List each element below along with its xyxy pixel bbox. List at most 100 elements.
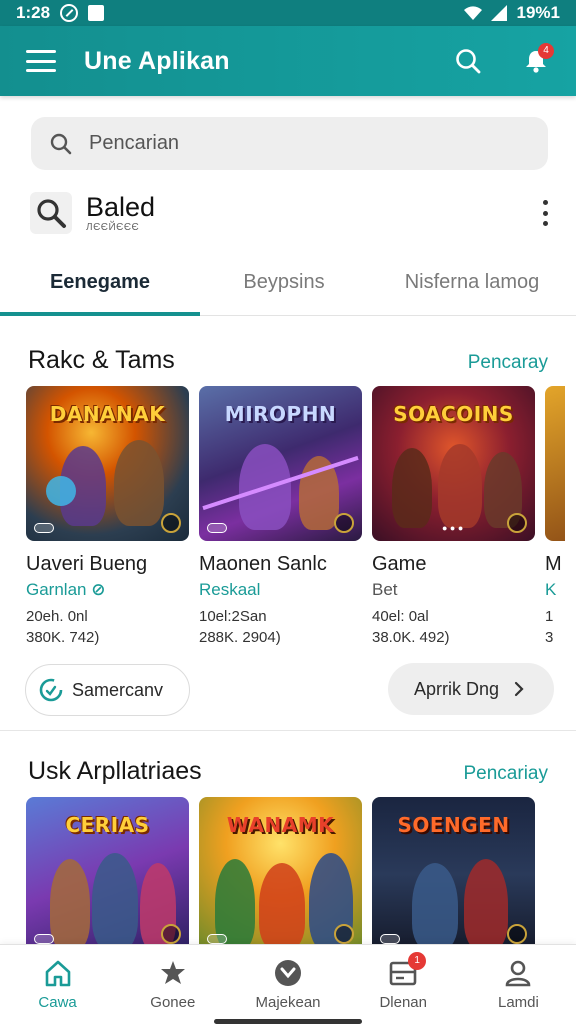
section-link[interactable]: Pencaray xyxy=(468,352,548,374)
card-meta-line: 380K. 742) xyxy=(26,629,100,646)
game-logo: MIROPHN xyxy=(224,402,337,426)
game-card[interactable]: CERIAS xyxy=(26,797,189,952)
card-title: Game xyxy=(372,553,427,575)
tab-label: Eenegame xyxy=(49,271,151,293)
home-indicator[interactable] xyxy=(214,1019,362,1024)
section-header: Rakc & Tams Pencaray xyxy=(28,346,548,375)
shield-icon xyxy=(334,924,354,944)
card-row: CERIAS WANAMK SOENGEN xyxy=(26,797,535,952)
tab-bar: Eenegame Beypsins Nisferna lamog xyxy=(0,250,576,316)
profile-subtitle: ЛЄЄЙЄЄЄ xyxy=(86,221,140,233)
search-input[interactable] xyxy=(89,132,509,155)
card-meta-line: 3 xyxy=(545,629,554,646)
check-circle-icon xyxy=(273,958,303,988)
game-star-icon xyxy=(158,958,188,988)
status-time: 1:28 xyxy=(16,3,51,22)
aprrik-dng-button[interactable]: Aprrik Dng xyxy=(388,663,554,715)
game-thumbnail: CERIAS xyxy=(26,797,189,952)
samercanv-button[interactable]: Samercanv xyxy=(25,664,190,716)
game-logo: SOENGEN xyxy=(397,813,510,837)
card-meta-line: 20eh. 0nl xyxy=(26,608,88,625)
account-icon xyxy=(503,958,533,988)
game-card[interactable]: DANANAK Uaveri Bueng Garnlan ⊘ 20eh. 0nl… xyxy=(26,386,189,648)
game-card[interactable]: MIROPHN Maonen Sanlc Reskaal 10el:2San 2… xyxy=(199,386,362,648)
home-icon xyxy=(43,958,73,988)
notifications-button[interactable]: 4 xyxy=(520,43,554,77)
shield-icon xyxy=(507,924,527,944)
shield-icon xyxy=(507,513,527,533)
tag-icon: ● ● ● xyxy=(442,523,464,533)
refresh-icon xyxy=(39,678,63,702)
card-meta: 40el: 0al 38.0K. 492) xyxy=(372,606,535,648)
nav-cawa[interactable]: Cawa xyxy=(0,945,115,1024)
tag-icon xyxy=(207,934,227,944)
tag-icon xyxy=(207,523,227,533)
button-label: Samercanv xyxy=(72,679,164,700)
nav-dlenan[interactable]: 1 Dlenan xyxy=(346,945,461,1024)
game-card[interactable]: SOENGEN xyxy=(372,797,535,952)
section-header: Usk Arpllatriaes Pencariay xyxy=(28,757,548,786)
card-subtitle: K xyxy=(545,580,557,599)
card-meta-line: 10el:2San xyxy=(199,608,267,625)
game-thumbnail xyxy=(545,386,565,541)
card-meta-line: 288K. 2904) xyxy=(199,629,281,646)
card-subtitle: Bet xyxy=(372,580,398,599)
search-icon xyxy=(456,49,481,74)
profile-search-icon xyxy=(30,192,72,234)
tab-label: Nisferna lamog xyxy=(404,271,540,293)
shield-icon xyxy=(161,924,181,944)
nav-label: Gonee xyxy=(150,994,196,1011)
tab-beypsins[interactable]: Beypsins xyxy=(200,250,368,315)
card-meta-line: 40el: 0al xyxy=(372,608,429,625)
profile-name: Baled xyxy=(86,192,156,223)
game-logo: DANANAK xyxy=(49,402,166,426)
nav-badge: 1 xyxy=(408,952,427,970)
game-logo: CERIAS xyxy=(65,813,150,837)
card-title: M xyxy=(545,553,562,575)
tab-nisferna[interactable]: Nisferna lamog xyxy=(368,250,576,315)
card-title: Maonen Sanlc xyxy=(199,553,327,575)
nav-label: Cawa xyxy=(38,994,77,1011)
card-meta: 1 3 xyxy=(545,606,565,648)
chevron-right-icon xyxy=(514,681,524,697)
card-title: Uaveri Bueng xyxy=(26,553,148,575)
search-button[interactable] xyxy=(452,45,484,77)
status-bar: 1:28 19%1 xyxy=(0,0,576,26)
signal-icon xyxy=(490,5,507,21)
nav-lamdi[interactable]: Lamdi xyxy=(461,945,576,1024)
nav-gonee[interactable]: Gonee xyxy=(115,945,230,1024)
card-meta-line: 38.0K. 492) xyxy=(372,629,450,646)
card-subtitle: Garnlan ⊘ xyxy=(26,580,106,599)
tab-eenegame[interactable]: Eenegame xyxy=(0,250,200,316)
card-subtitle: Reskaal xyxy=(199,580,261,599)
tag-icon xyxy=(380,934,400,944)
shield-icon xyxy=(334,513,354,533)
game-thumbnail: SOENGEN xyxy=(372,797,535,952)
game-thumbnail: MIROPHN xyxy=(199,386,362,541)
wifi-icon xyxy=(463,6,482,20)
game-card[interactable]: SOACOINS ● ● ● Game Bet 40el: 0al 38.0K.… xyxy=(372,386,535,648)
menu-icon[interactable] xyxy=(26,50,56,72)
no-disturb-icon xyxy=(60,4,79,22)
library-icon: 1 xyxy=(388,952,427,988)
game-card[interactable]: WANAMK xyxy=(199,797,362,952)
app-bar: Une Aplikan 4 xyxy=(0,26,576,96)
link-icon: ⊘ xyxy=(91,580,106,599)
section-divider xyxy=(0,730,576,731)
nav-label: Lamdi xyxy=(497,994,539,1011)
card-meta: 10el:2San 288K. 2904) xyxy=(199,606,362,648)
shield-icon xyxy=(161,513,181,533)
nav-majekean[interactable]: Majekean xyxy=(230,945,345,1024)
game-logo: WANAMK xyxy=(226,813,335,837)
game-card-partial[interactable]: M K 1 3 xyxy=(545,386,565,648)
search-bar[interactable] xyxy=(31,117,548,170)
notification-badge: 4 xyxy=(538,43,554,59)
more-options-icon[interactable] xyxy=(540,200,550,226)
bottom-navigation: Cawa Gonee Majekean 1 Dlenan Lamdi xyxy=(0,944,576,1024)
tab-label: Beypsins xyxy=(243,271,325,293)
section-link[interactable]: Pencariay xyxy=(464,763,549,785)
game-thumbnail: SOACOINS ● ● ● xyxy=(372,386,535,541)
tag-icon xyxy=(34,934,54,944)
notification-app-icon xyxy=(88,5,105,21)
profile-row: Baled ЛЄЄЙЄЄЄ xyxy=(30,188,550,238)
